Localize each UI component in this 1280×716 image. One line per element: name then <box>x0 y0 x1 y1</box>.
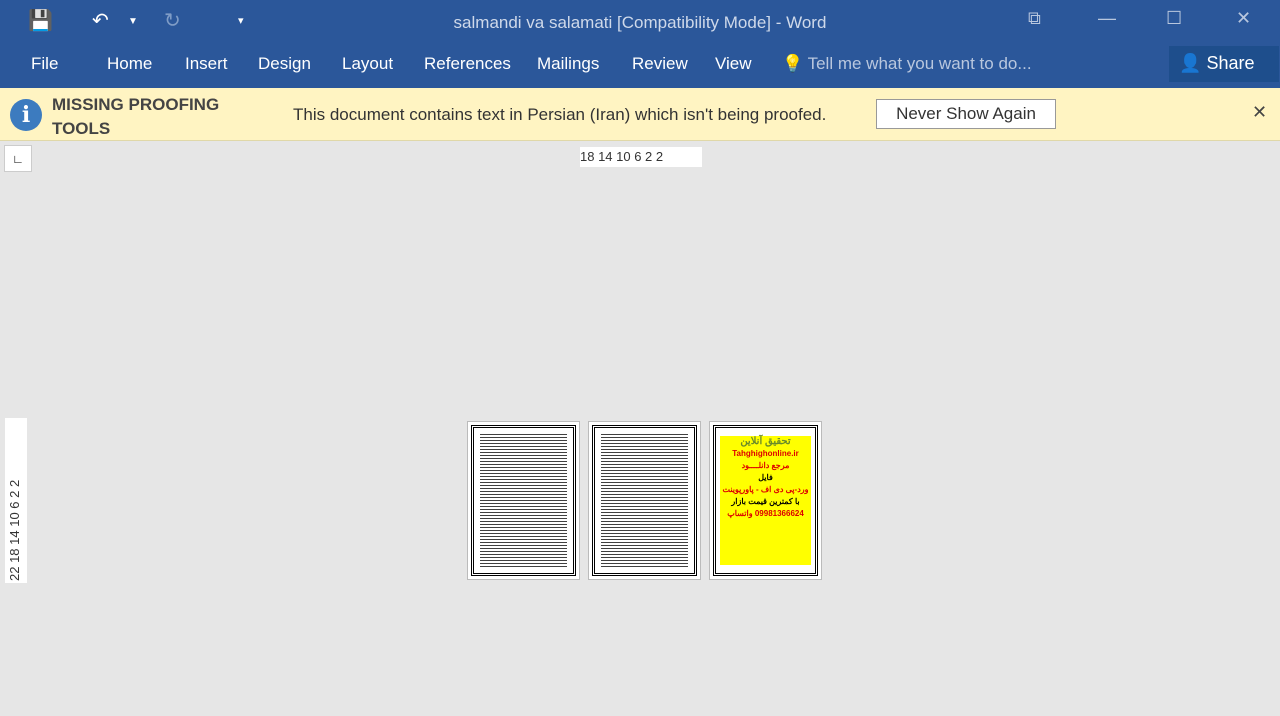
page-thumbnail-3[interactable]: تحقیق آنلاین Tahghighonline.ir مرجع دانل… <box>709 421 822 580</box>
ad-line: فایل <box>758 473 773 482</box>
page-thumbnail-2[interactable] <box>588 421 701 580</box>
horizontal-ruler[interactable]: 18 14 10 6 2 2 <box>580 147 702 167</box>
tab-view[interactable]: View <box>715 54 752 74</box>
ribbon-tabs: File Home Insert Design Layout Reference… <box>0 44 1280 88</box>
ad-line: Tahghighonline.ir <box>732 449 799 458</box>
vertical-ruler[interactable]: 22 18 14 10 6 2 2 <box>5 418 27 583</box>
ad-line: 09981366624 واتساپ <box>727 509 804 518</box>
tab-selector[interactable]: ∟ <box>4 145 32 172</box>
ad-line: تحقیق آنلاین <box>740 436 791 447</box>
ribbon-display-icon[interactable]: ⧉ <box>1028 8 1041 29</box>
tell-me-search[interactable]: 💡 Tell me what you want to do... <box>782 54 1032 74</box>
ad-line: با کمترین قیمت بازار <box>731 497 800 506</box>
advertisement-image: تحقیق آنلاین Tahghighonline.ir مرجع دانل… <box>720 436 811 565</box>
ad-line: ورد-پی دی اف - پاورپوینت <box>722 485 809 494</box>
ad-line: مرجع دانلــــود <box>741 461 790 470</box>
text-lines <box>601 434 688 567</box>
never-show-again-button[interactable]: Never Show Again <box>876 99 1056 129</box>
minimize-icon[interactable]: — <box>1098 8 1116 29</box>
tab-mailings[interactable]: Mailings <box>537 54 599 74</box>
info-icon: i <box>10 99 42 131</box>
tell-me-text: Tell me what you want to do... <box>807 54 1032 73</box>
tab-insert[interactable]: Insert <box>185 54 228 74</box>
text-lines <box>480 434 567 567</box>
close-icon[interactable]: ✕ <box>1252 102 1267 123</box>
share-button[interactable]: 👤 Share <box>1169 46 1279 82</box>
tab-references[interactable]: References <box>424 54 511 74</box>
vertical-ruler-labels: 22 18 14 10 6 2 2 <box>7 479 22 581</box>
person-icon: 👤 <box>1179 53 1202 73</box>
maximize-icon[interactable]: ☐ <box>1166 8 1182 29</box>
window-title: salmandi va salamati [Compatibility Mode… <box>453 13 827 32</box>
message-bar: i MISSING PROOFING TOOLS This document c… <box>0 88 1280 141</box>
tab-layout[interactable]: Layout <box>342 54 393 74</box>
tab-design[interactable]: Design <box>258 54 311 74</box>
tab-home[interactable]: Home <box>107 54 152 74</box>
title-bar: 💾 ↶ ▼ ↻ ▾ salmandi va salamati [Compatib… <box>0 0 1280 44</box>
lightbulb-icon: 💡 <box>782 54 804 73</box>
share-label: Share <box>1206 53 1255 73</box>
tab-review[interactable]: Review <box>632 54 688 74</box>
close-window-icon[interactable]: ✕ <box>1236 8 1251 29</box>
message-text: This document contains text in Persian (… <box>293 105 827 124</box>
page-thumbnail-1[interactable] <box>467 421 580 580</box>
tab-file[interactable]: File <box>31 54 58 74</box>
message-title: MISSING PROOFING TOOLS <box>52 95 220 138</box>
